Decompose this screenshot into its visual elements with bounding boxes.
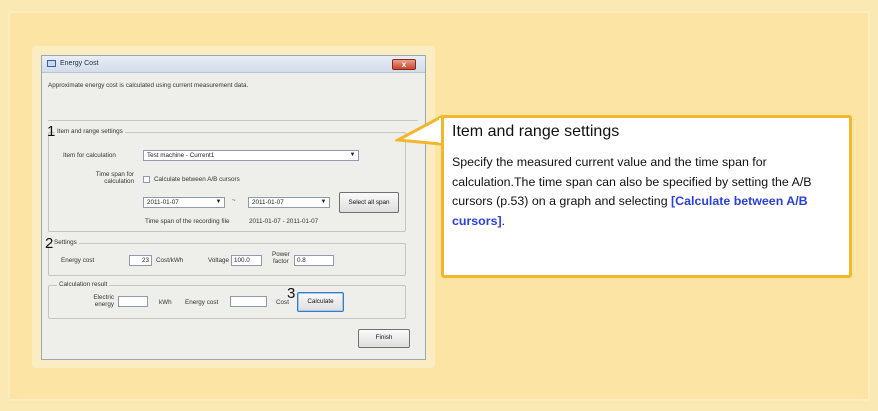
callout-body: Specify the measured current value and t… [452, 153, 842, 231]
step-marker-2: 2 [45, 235, 54, 252]
app-window-icon [47, 60, 56, 67]
energy-cost-label: Energy cost [61, 257, 95, 264]
range-separator: ~ [232, 197, 236, 204]
energy-cost-unit: Cost/kWh [156, 257, 184, 264]
end-date-value: 2011-01-07 [252, 199, 284, 206]
energy-cost-input[interactable]: 23 [129, 255, 152, 266]
ab-cursors-checkbox[interactable] [143, 176, 150, 183]
select-all-span-button[interactable]: Select all span [339, 192, 399, 213]
power-factor-label: Power [272, 251, 290, 258]
voltage-label: Voltage [208, 257, 230, 264]
callout-pointer [395, 114, 443, 146]
ab-cursors-checkbox-label: Calculate between A/B cursors [154, 176, 240, 183]
item-for-calculation-value: Test machine - Current1 [147, 152, 215, 159]
divider [48, 120, 418, 121]
energy-cost-dialog: Energy Cost x Approximate energy cost is… [41, 55, 426, 360]
power-factor-input[interactable]: 0.8 [294, 255, 334, 266]
start-date-value: 2011-01-07 [147, 199, 179, 206]
electric-energy-label-2: energy [94, 301, 114, 308]
close-button[interactable]: x [392, 59, 416, 70]
energy-cost-output [230, 296, 267, 307]
dialog-title: Energy Cost [60, 60, 99, 67]
start-date-select[interactable]: 2011-01-07 ▼ [143, 197, 225, 208]
chevron-down-icon: ▼ [215, 199, 222, 205]
calculation-result-legend: Calculation result [57, 281, 110, 288]
electric-energy-output [118, 296, 148, 307]
step-marker-1: 1 [47, 123, 56, 140]
time-span-label-2: calculation [104, 178, 134, 185]
electric-energy-unit: kWh [159, 299, 172, 306]
callout-title: Item and range settings [452, 123, 620, 140]
calculate-button[interactable]: Calculate [297, 292, 344, 312]
item-for-calculation-label: Item for calculation [63, 152, 116, 159]
voltage-input[interactable]: 100.0 [231, 255, 262, 266]
time-span-label: Time span for [95, 171, 134, 178]
power-factor-label-2: factor [273, 258, 289, 265]
callout-body-end: . [501, 213, 506, 228]
end-date-select[interactable]: 2011-01-07 ▼ [248, 197, 330, 208]
electric-energy-label: Electric [93, 294, 114, 301]
dialog-description: Approximate energy cost is calculated us… [48, 82, 249, 89]
file-span-label: Time span of the recording file [145, 218, 230, 225]
chevron-down-icon: ▼ [320, 199, 327, 205]
chevron-down-icon: ▼ [349, 152, 356, 158]
item-range-legend: Item and range settings [55, 128, 125, 135]
file-span-value: 2011-01-07 - 2011-01-07 [249, 218, 319, 225]
item-for-calculation-select[interactable]: Test machine - Current1 ▼ [143, 150, 359, 161]
energy-cost-result-label: Energy cost [185, 299, 219, 306]
dialog-titlebar[interactable]: Energy Cost x [42, 56, 425, 73]
step-marker-3: 3 [287, 285, 296, 302]
finish-button[interactable]: Finish [358, 329, 410, 348]
settings-legend: Settings [52, 239, 79, 246]
